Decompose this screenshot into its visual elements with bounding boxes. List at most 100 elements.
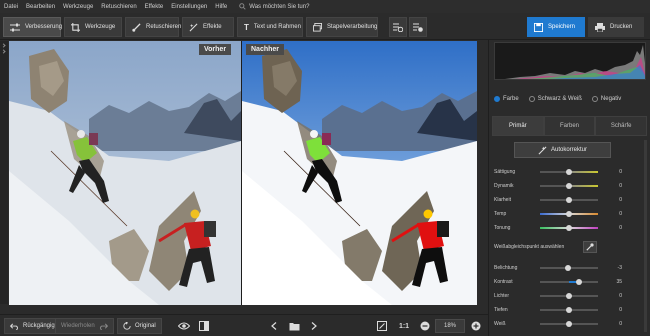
tab-verbesserung[interactable]: Verbesserung <box>3 17 63 37</box>
slider-track[interactable] <box>540 169 598 175</box>
slider-saettigung[interactable]: Sättigung 0 <box>494 167 639 177</box>
slider-knob[interactable] <box>565 265 571 271</box>
slider-knob[interactable] <box>566 169 572 175</box>
slider-tonung[interactable]: Tonung 0 <box>494 223 639 233</box>
tab-werkzeuge[interactable]: Werkzeuge <box>64 17 122 37</box>
slider-knob[interactable] <box>576 279 582 285</box>
tab-label: Effekte <box>203 24 222 30</box>
tab-label: Verbesserung <box>25 24 63 30</box>
slider-tiefen[interactable]: Tiefen 0 <box>494 305 639 315</box>
mode-negativ[interactable]: Negativ <box>591 96 622 102</box>
menu-hilfe[interactable]: Hilfe <box>215 4 227 10</box>
slider-track[interactable] <box>540 321 598 327</box>
auto-correct-button[interactable]: Autokorrektur <box>514 142 611 158</box>
slider-label: Klarheit <box>494 197 511 203</box>
fit-to-screen-button[interactable] <box>374 318 390 334</box>
tab-retuschieren[interactable]: Retuschieren <box>125 17 181 37</box>
radio-selected-icon <box>494 96 500 102</box>
remove-favorite-button[interactable] <box>409 17 427 37</box>
add-favorite-button[interactable] <box>389 17 407 37</box>
slider-knob[interactable] <box>566 225 572 231</box>
slider-track[interactable] <box>540 293 598 299</box>
menu-effekte[interactable]: Effekte <box>145 4 164 10</box>
slider-knob[interactable] <box>566 183 572 189</box>
slider-kontrast[interactable]: Kontrast 35 <box>494 277 639 287</box>
slider-knob[interactable] <box>566 307 572 313</box>
panel-scrollbar[interactable] <box>644 140 647 332</box>
print-button[interactable]: Drucken <box>588 17 644 37</box>
radio-icon <box>591 96 598 102</box>
undo-button[interactable]: Rückgängig <box>4 318 61 334</box>
search-box[interactable]: Was möchten Sie tun? <box>239 3 309 10</box>
radio-icon <box>528 96 535 102</box>
zoom-level[interactable]: 18% <box>435 319 465 333</box>
after-label: Nachher <box>246 44 285 55</box>
white-balance-row: Weißabgleichspunkt auswählen <box>494 244 639 250</box>
adjustment-panel: Farbe Schwarz & Weiß Negativ Primär Farb… <box>488 40 650 336</box>
tab-primaer[interactable]: Primär <box>492 116 544 136</box>
tab-effekte[interactable]: Effekte <box>182 17 234 37</box>
menu-werkzeuge[interactable]: Werkzeuge <box>63 4 93 10</box>
undo-icon <box>10 323 18 330</box>
mode-label: Negativ <box>600 96 622 102</box>
slider-label: Sättigung <box>494 169 516 175</box>
slider-dynamik[interactable]: Dynamik 0 <box>494 181 639 191</box>
original-button[interactable]: Original <box>117 318 162 334</box>
slider-knob[interactable] <box>566 321 572 327</box>
slider-track[interactable] <box>540 265 598 271</box>
slider-weiss[interactable]: Weiß 0 <box>494 319 639 329</box>
redo-button[interactable]: Wiederholen <box>55 318 114 334</box>
menu-einstellungen[interactable]: Einstellungen <box>171 4 207 10</box>
magic-wand-icon <box>538 145 547 154</box>
mode-farbe[interactable]: Farbe <box>494 96 519 102</box>
slider-track[interactable] <box>540 279 598 285</box>
slider-belichtung[interactable]: Belichtung -3 <box>494 263 639 273</box>
preview-eye-button[interactable] <box>176 318 192 334</box>
slider-temp[interactable]: Temp 0 <box>494 209 639 219</box>
search-placeholder: Was möchten Sie tun? <box>249 3 310 10</box>
open-folder-button[interactable] <box>286 318 302 334</box>
prev-image-button[interactable] <box>266 318 282 334</box>
slider-track[interactable] <box>540 307 598 313</box>
slider-value: 0 <box>619 307 622 313</box>
search-icon <box>239 3 246 10</box>
slider-knob[interactable] <box>566 293 572 299</box>
tab-farben[interactable]: Farben <box>543 116 596 136</box>
compare-button[interactable] <box>196 318 212 334</box>
slider-value: 0 <box>619 225 622 231</box>
left-collapse-strip[interactable] <box>0 41 8 304</box>
slider-value: 0 <box>619 293 622 299</box>
tab-schaerfe[interactable]: Schärfe <box>595 116 648 136</box>
slider-track[interactable] <box>540 211 598 217</box>
tab-text-und-rahmen[interactable]: T Text und Rahmen <box>237 17 303 37</box>
wb-label: Weißabgleichspunkt auswählen <box>494 244 565 250</box>
slider-knob[interactable] <box>566 197 572 203</box>
redo-icon <box>99 323 108 330</box>
slider-value: 0 <box>619 169 622 175</box>
tab-stapelverarbeitung[interactable]: Stapelverarbeitung <box>306 17 378 37</box>
image-canvas[interactable]: Vorher Nachher <box>9 41 477 305</box>
slider-lichter[interactable]: Lichter 0 <box>494 291 639 301</box>
menu-bearbeiten[interactable]: Bearbeiten <box>26 4 55 10</box>
slider-label: Lichter <box>494 293 510 299</box>
zoom-out-button[interactable] <box>417 318 433 334</box>
zoom-in-button[interactable] <box>468 318 484 334</box>
slider-knob[interactable] <box>566 211 572 217</box>
slider-value: -3 <box>617 265 622 271</box>
actual-size-button[interactable]: 1:1 <box>395 318 413 334</box>
tab-label: Stapelverarbeitung <box>327 24 378 30</box>
batch-icon <box>313 22 322 32</box>
slider-klarheit[interactable]: Klarheit 0 <box>494 195 639 205</box>
menu-datei[interactable]: Datei <box>4 4 18 10</box>
expand-arrow-icon <box>1 43 6 48</box>
slider-track[interactable] <box>540 225 598 231</box>
chevron-right-icon <box>311 322 317 330</box>
slider-track[interactable] <box>540 183 598 189</box>
next-image-button[interactable] <box>306 318 322 334</box>
slider-track[interactable] <box>540 197 598 203</box>
mode-schwarz-weiss[interactable]: Schwarz & Weiß <box>528 96 582 102</box>
menu-retuschieren[interactable]: Retuschieren <box>101 4 136 10</box>
save-button[interactable]: Speichern <box>527 17 585 37</box>
menu-bar: Datei Bearbeiten Werkzeuge Retuschieren … <box>0 0 650 13</box>
white-balance-picker-button[interactable] <box>583 241 597 253</box>
